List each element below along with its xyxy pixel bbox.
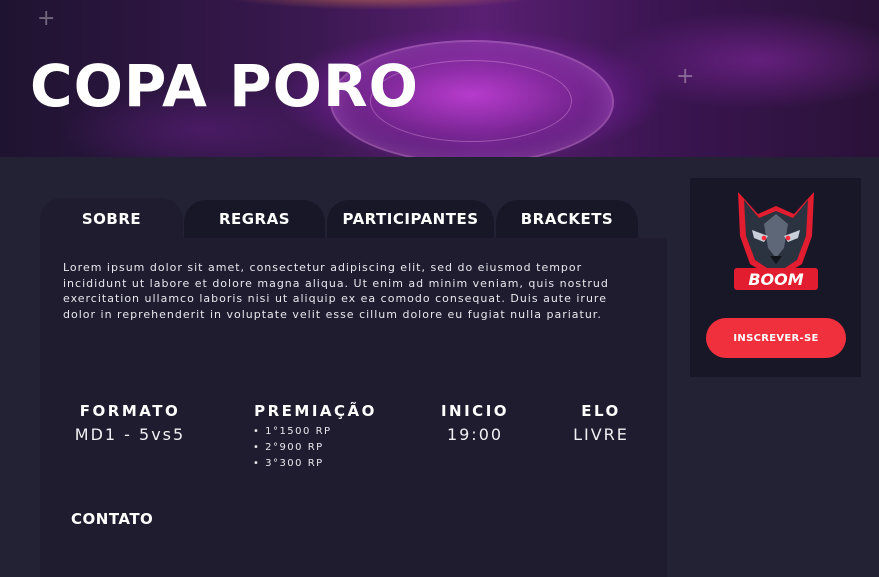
- stat-premiacao-label: PREMIAÇÃO: [254, 402, 377, 420]
- stat-inicio-value: 19:00: [446, 425, 504, 444]
- tab-sobre[interactable]: SOBRE: [40, 198, 183, 240]
- stat-formato-value: MD1 - 5vs5: [74, 425, 186, 444]
- hero-glow: [220, 0, 540, 10]
- stat-inicio: INICIO 19:00: [430, 402, 520, 444]
- team-card: BOOM INSCREVER-SE: [690, 178, 861, 377]
- stat-formato: FORMATO MD1 - 5vs5: [70, 402, 190, 444]
- tab-regras[interactable]: REGRAS: [184, 200, 325, 238]
- tab-participantes[interactable]: PARTICIPANTES: [327, 200, 494, 238]
- tab-brackets[interactable]: BRACKETS: [496, 200, 638, 238]
- prize-item: • 3°300 RP: [253, 458, 324, 469]
- stat-elo: ELO LIVRE: [565, 402, 637, 444]
- stat-inicio-label: INICIO: [440, 402, 510, 420]
- team-logo-text: BOOM: [748, 270, 803, 289]
- prize-item: • 2°900 RP: [253, 442, 324, 453]
- prize-list: • 1°1500 RP • 2°900 RP • 3°300 RP: [253, 424, 378, 472]
- sparkle-icon: +: [37, 6, 56, 31]
- subscribe-button[interactable]: INSCREVER-SE: [706, 318, 846, 358]
- stat-formato-label: FORMATO: [79, 402, 181, 420]
- tournament-info-panel: Lorem ipsum dolor sit amet, consectetur …: [40, 238, 667, 577]
- stat-elo-value: LIVRE: [573, 425, 629, 444]
- stat-elo-label: ELO: [581, 402, 621, 420]
- wolf-logo-icon: BOOM: [734, 192, 818, 290]
- contato-heading: CONTATO: [71, 510, 154, 528]
- prize-item: • 1°1500 RP: [253, 426, 332, 437]
- page-title: COPA PORO: [30, 52, 419, 120]
- hero-banner: + + COPA PORO: [0, 0, 879, 157]
- sparkle-icon: +: [676, 64, 695, 89]
- about-text: Lorem ipsum dolor sit amet, consectetur …: [63, 261, 609, 321]
- stat-premiacao: PREMIAÇÃO • 1°1500 RP • 2°900 RP • 3°300…: [253, 402, 378, 472]
